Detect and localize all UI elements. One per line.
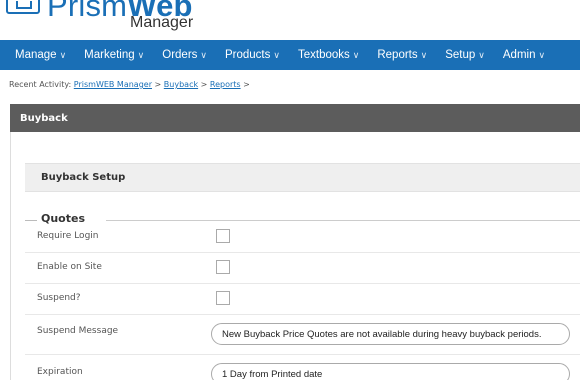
chevron-down-icon: ∨ [478,49,485,60]
chevron-down-icon: ∨ [352,49,360,60]
buyback-panel: Buyback Setup Quotes Require Login Enabl… [10,132,580,380]
suspend-message-input[interactable]: New Buyback Price Quotes are not availab… [211,323,570,345]
app-header: PrismWeb Manager [0,0,580,40]
nav-item-admin[interactable]: Admin ∨ [503,49,545,61]
breadcrumb-link-prismweb-manager[interactable]: PrismWEB Manager [74,80,152,89]
main-nav: Manage ∨ Marketing ∨ Orders ∨ Products ∨ Tex… [0,40,580,70]
require-login-checkbox[interactable] [216,229,230,243]
nav-item-setup[interactable]: Setup ∨ [445,49,485,61]
breadcrumb-separator: > [154,80,162,89]
breadcrumb-link-reports[interactable]: Reports [210,80,241,89]
nav-item-products[interactable]: Products ∨ [225,49,280,61]
nav-item-label: Marketing [84,49,135,61]
chevron-down-icon: ∨ [538,49,546,60]
enable-on-site-checkbox[interactable] [216,260,230,274]
nav-item-manage[interactable]: Manage ∨ [15,49,66,61]
breadcrumb: Recent Activity: PrismWEB Manager > Buyb… [9,80,250,89]
nav-item-label: Setup [445,49,476,61]
divider [25,220,37,221]
form-row-enable-on-site: Enable on Site [25,253,580,284]
form-row-expiration: Expiration 1 Day from Printed date [25,355,580,380]
expiration-input[interactable]: 1 Day from Printed date [211,363,570,380]
nav-item-reports[interactable]: Reports ∨ [377,49,427,61]
enable-on-site-label: Enable on Site [37,262,102,272]
nav-item-orders[interactable]: Orders ∨ [162,49,207,61]
breadcrumb-link-buyback[interactable]: Buyback [164,80,198,89]
form-row-suspend-message: Suspend Message New Buyback Price Quotes… [25,315,580,355]
page-title: Buyback [10,104,580,132]
cart-logo-icon [6,0,40,14]
nav-item-label: Manage [15,49,57,61]
nav-item-textbooks[interactable]: Textbooks ∨ [298,49,359,61]
divider [106,220,580,221]
breadcrumb-prefix: Recent Activity: [9,80,72,89]
form-row-require-login: Require Login [25,222,580,253]
nav-item-label: Textbooks [297,49,350,61]
nav-item-label: Products [225,49,271,61]
breadcrumb-separator: > [243,80,250,89]
suspend-checkbox[interactable] [216,291,230,305]
chevron-down-icon: ∨ [273,49,280,60]
app-logo-subtitle: Manager [130,14,194,31]
setup-section-title: Buyback Setup [25,163,580,192]
logo-light-text: Prism [47,0,128,23]
chevron-down-icon: ∨ [200,49,207,60]
chevron-down-icon: ∨ [420,49,428,60]
form-row-suspend: Suspend? [25,284,580,315]
nav-item-label: Admin [502,49,536,61]
nav-item-label: Reports [377,49,418,61]
chevron-down-icon: ∨ [59,49,67,60]
nav-item-label: Orders [162,49,198,61]
suspend-label: Suspend? [37,293,81,303]
nav-item-marketing[interactable]: Marketing ∨ [84,49,144,61]
require-login-label: Require Login [37,231,99,241]
chevron-down-icon: ∨ [137,49,145,60]
breadcrumb-separator: > [200,80,208,89]
expiration-label: Expiration [37,367,83,377]
suspend-message-label: Suspend Message [37,326,119,336]
